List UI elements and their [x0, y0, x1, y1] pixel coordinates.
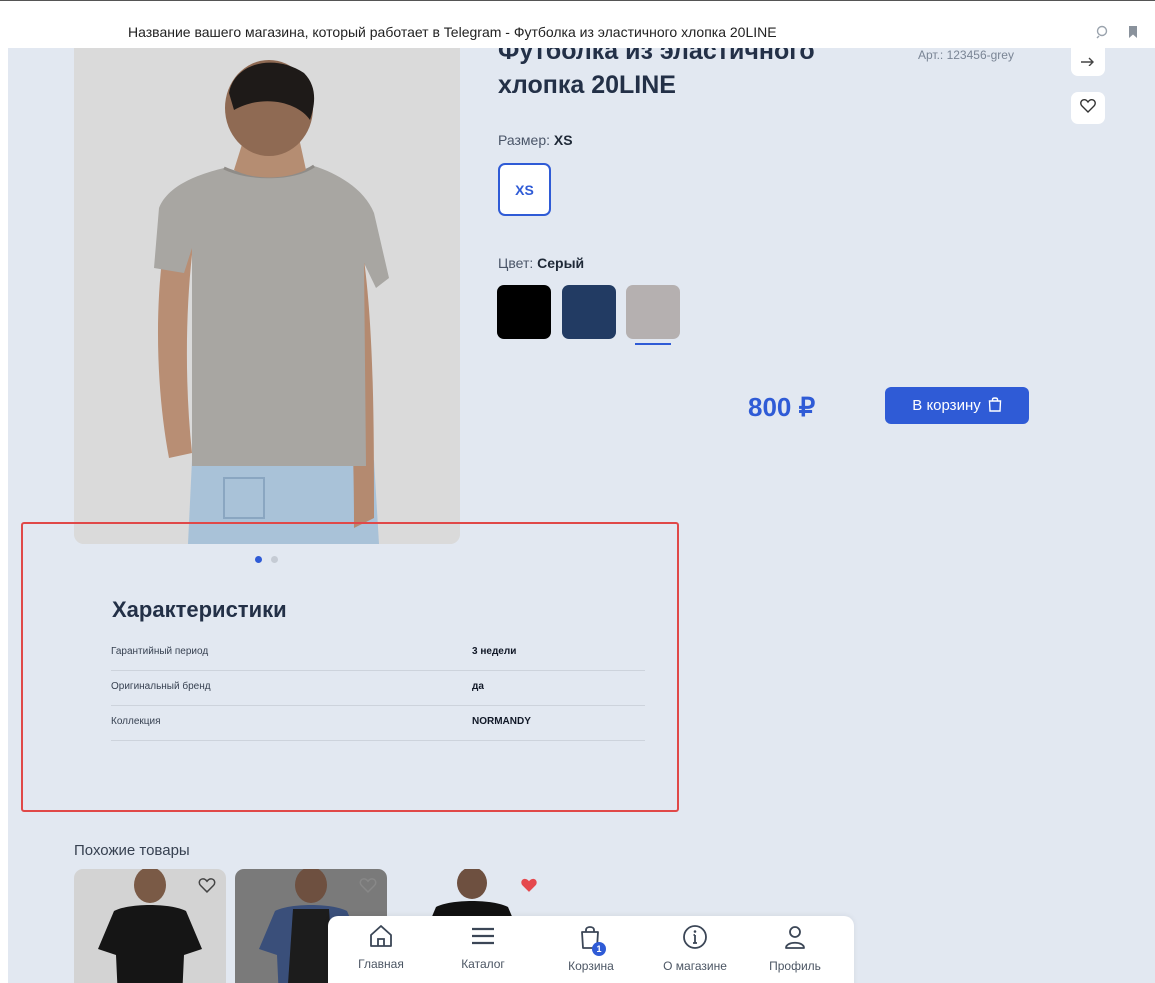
spec-key: Гарантийный период: [111, 646, 209, 657]
product-photo[interactable]: [74, 48, 460, 544]
color-swatch-grey[interactable]: [626, 285, 680, 339]
color-label: Цвет: Серый: [498, 255, 584, 271]
nav-label: Главная: [358, 957, 404, 971]
spec-row: Оригинальный бренд да: [111, 671, 645, 706]
product-article: Арт.: 123456-grey: [918, 48, 1014, 62]
spec-key: Оригинальный бренд: [111, 681, 211, 692]
nav-label: Каталог: [461, 957, 505, 971]
product-title-line2: хлопка 20LINE: [498, 71, 676, 99]
spec-value: 3 недели: [472, 646, 517, 657]
heart-icon[interactable]: [198, 877, 216, 898]
nav-item-home[interactable]: Главная: [336, 924, 426, 971]
add-to-cart-label: В корзину: [912, 397, 981, 414]
product-page: Футболка из эластичного хлопка 20LINE Ар…: [8, 48, 1155, 983]
product-price: 800 ₽: [748, 392, 816, 422]
heart-filled-icon[interactable]: [520, 877, 538, 898]
size-label: Размер: XS: [498, 132, 573, 148]
heart-icon: [1080, 98, 1096, 118]
similar-products-title: Похожие товары: [74, 842, 190, 859]
search-icon[interactable]: [1093, 23, 1111, 41]
share-button[interactable]: [1071, 48, 1105, 76]
window-title: Название вашего магазина, который работа…: [128, 24, 777, 40]
nav-label: О магазине: [663, 959, 727, 973]
nav-label: Профиль: [769, 959, 821, 973]
similar-product-card[interactable]: [74, 869, 226, 983]
info-icon: [682, 924, 708, 955]
tshirt-photo-illustration: [74, 48, 460, 544]
shopping-bag-icon: [988, 396, 1002, 416]
spec-value: да: [472, 681, 484, 692]
spec-row: Гарантийный период 3 недели: [111, 636, 645, 671]
color-selected-value: Серый: [537, 255, 585, 271]
share-icon: [1080, 53, 1096, 71]
nav-item-catalog[interactable]: Каталог: [438, 924, 528, 971]
nav-item-about[interactable]: О магазине: [650, 924, 740, 973]
user-icon: [782, 924, 808, 955]
nav-label: Корзина: [568, 959, 614, 973]
nav-item-profile[interactable]: Профиль: [750, 924, 840, 973]
menu-icon: [470, 924, 496, 953]
bag-icon: 1: [578, 924, 606, 956]
specs-title: Характеристики: [112, 597, 287, 622]
bookmark-icon[interactable]: [1124, 23, 1142, 41]
product-title-line1: Футболка из эластичного: [498, 48, 815, 65]
size-label-text: Размер:: [498, 132, 551, 148]
cart-badge: 1: [592, 942, 606, 956]
window-titlebar: Название вашего магазина, который работа…: [0, 0, 1155, 48]
size-option-xs[interactable]: XS: [498, 163, 551, 216]
color-swatch-navy[interactable]: [562, 285, 616, 339]
spec-row: Коллекция NORMANDY: [111, 706, 645, 741]
spec-key: Коллекция: [111, 716, 161, 727]
size-selected-value: XS: [553, 132, 573, 148]
bottom-navigation: Главная Каталог 1 Корзина О магазине Про…: [328, 916, 854, 983]
color-swatch-black[interactable]: [497, 285, 551, 339]
product-title: Футболка из эластичного хлопка 20LINE: [498, 48, 858, 102]
home-icon: [368, 924, 394, 953]
add-to-cart-button[interactable]: В корзину: [885, 387, 1029, 424]
spec-value: NORMANDY: [472, 716, 531, 727]
heart-icon[interactable]: [359, 877, 377, 898]
color-label-text: Цвет:: [498, 255, 534, 271]
nav-item-cart[interactable]: 1 Корзина: [546, 924, 636, 973]
selected-color-indicator: [635, 343, 671, 345]
favorite-button[interactable]: [1071, 92, 1105, 124]
